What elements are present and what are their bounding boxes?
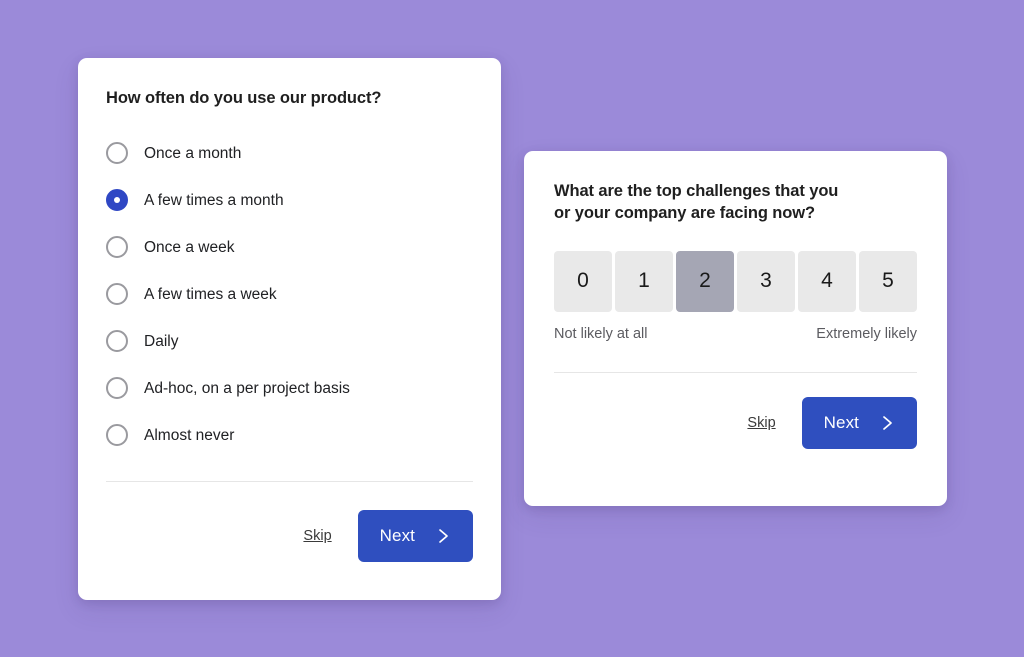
skip-link[interactable]: Skip — [747, 415, 775, 431]
nps-scale-option-4[interactable]: 4 — [798, 250, 856, 312]
frequency-question-card: How often do you use our product? Once a… — [78, 58, 501, 600]
challenges-card-footer: Skip Next — [554, 396, 917, 449]
radio-option-ad-hoc[interactable]: Ad-hoc, on a per project basis — [106, 365, 473, 412]
radio-circle-selected-icon[interactable] — [106, 189, 128, 212]
chevron-right-icon — [437, 527, 451, 545]
card-divider — [554, 371, 917, 373]
nps-scale-option-5[interactable]: 5 — [859, 250, 917, 312]
radio-circle-icon[interactable] — [106, 330, 128, 353]
radio-option-daily[interactable]: Daily — [106, 318, 473, 365]
radio-circle-icon[interactable] — [106, 283, 128, 306]
challenges-question-card: What are the top challenges that you or … — [524, 151, 947, 506]
radio-option-a-few-times-a-week[interactable]: A few times a week — [106, 271, 473, 318]
radio-option-label: A few times a month — [144, 191, 284, 209]
survey-stage: How often do you use our product? Once a… — [0, 0, 1024, 657]
challenges-question-title: What are the top challenges that you or … — [554, 182, 839, 222]
chevron-right-icon — [881, 414, 895, 432]
radio-option-label: Once a month — [144, 144, 242, 162]
radio-circle-icon[interactable] — [106, 142, 128, 165]
next-button[interactable]: Next — [801, 396, 917, 449]
radio-circle-icon[interactable] — [106, 377, 128, 400]
radio-circle-icon[interactable] — [106, 424, 128, 447]
radio-option-label: Daily — [144, 332, 179, 350]
nps-scale-option-0[interactable]: 0 — [554, 250, 612, 312]
nps-low-label: Not likely at all — [554, 325, 648, 342]
frequency-question-title: How often do you use our product? — [106, 89, 382, 107]
radio-option-label: Once a week — [144, 238, 235, 256]
card-divider — [106, 480, 473, 482]
nps-scale-group[interactable]: 0 1 2 3 4 5 — [554, 250, 917, 312]
radio-option-once-a-month[interactable]: Once a month — [106, 130, 473, 177]
radio-circle-icon[interactable] — [106, 236, 128, 259]
nps-scale-option-2[interactable]: 2 — [676, 250, 734, 312]
nps-scale-option-3[interactable]: 3 — [737, 250, 795, 312]
radio-option-label: Almost never — [144, 426, 235, 444]
radio-option-label: Ad-hoc, on a per project basis — [144, 379, 350, 397]
frequency-radio-group[interactable]: Once a month A few times a month Once a … — [106, 130, 473, 459]
skip-link[interactable]: Skip — [303, 528, 331, 544]
frequency-card-footer: Skip Next — [106, 509, 473, 562]
radio-option-once-a-week[interactable]: Once a week — [106, 224, 473, 271]
next-button-label: Next — [379, 525, 415, 545]
radio-option-almost-never[interactable]: Almost never — [106, 412, 473, 459]
nps-scale-option-1[interactable]: 1 — [615, 250, 673, 312]
next-button[interactable]: Next — [357, 509, 473, 562]
nps-scale-legend: Not likely at all Extremely likely — [554, 326, 917, 342]
nps-high-label: Extremely likely — [816, 325, 917, 342]
next-button-label: Next — [823, 412, 859, 432]
radio-option-a-few-times-a-month[interactable]: A few times a month — [106, 177, 473, 224]
radio-option-label: A few times a week — [144, 285, 277, 303]
